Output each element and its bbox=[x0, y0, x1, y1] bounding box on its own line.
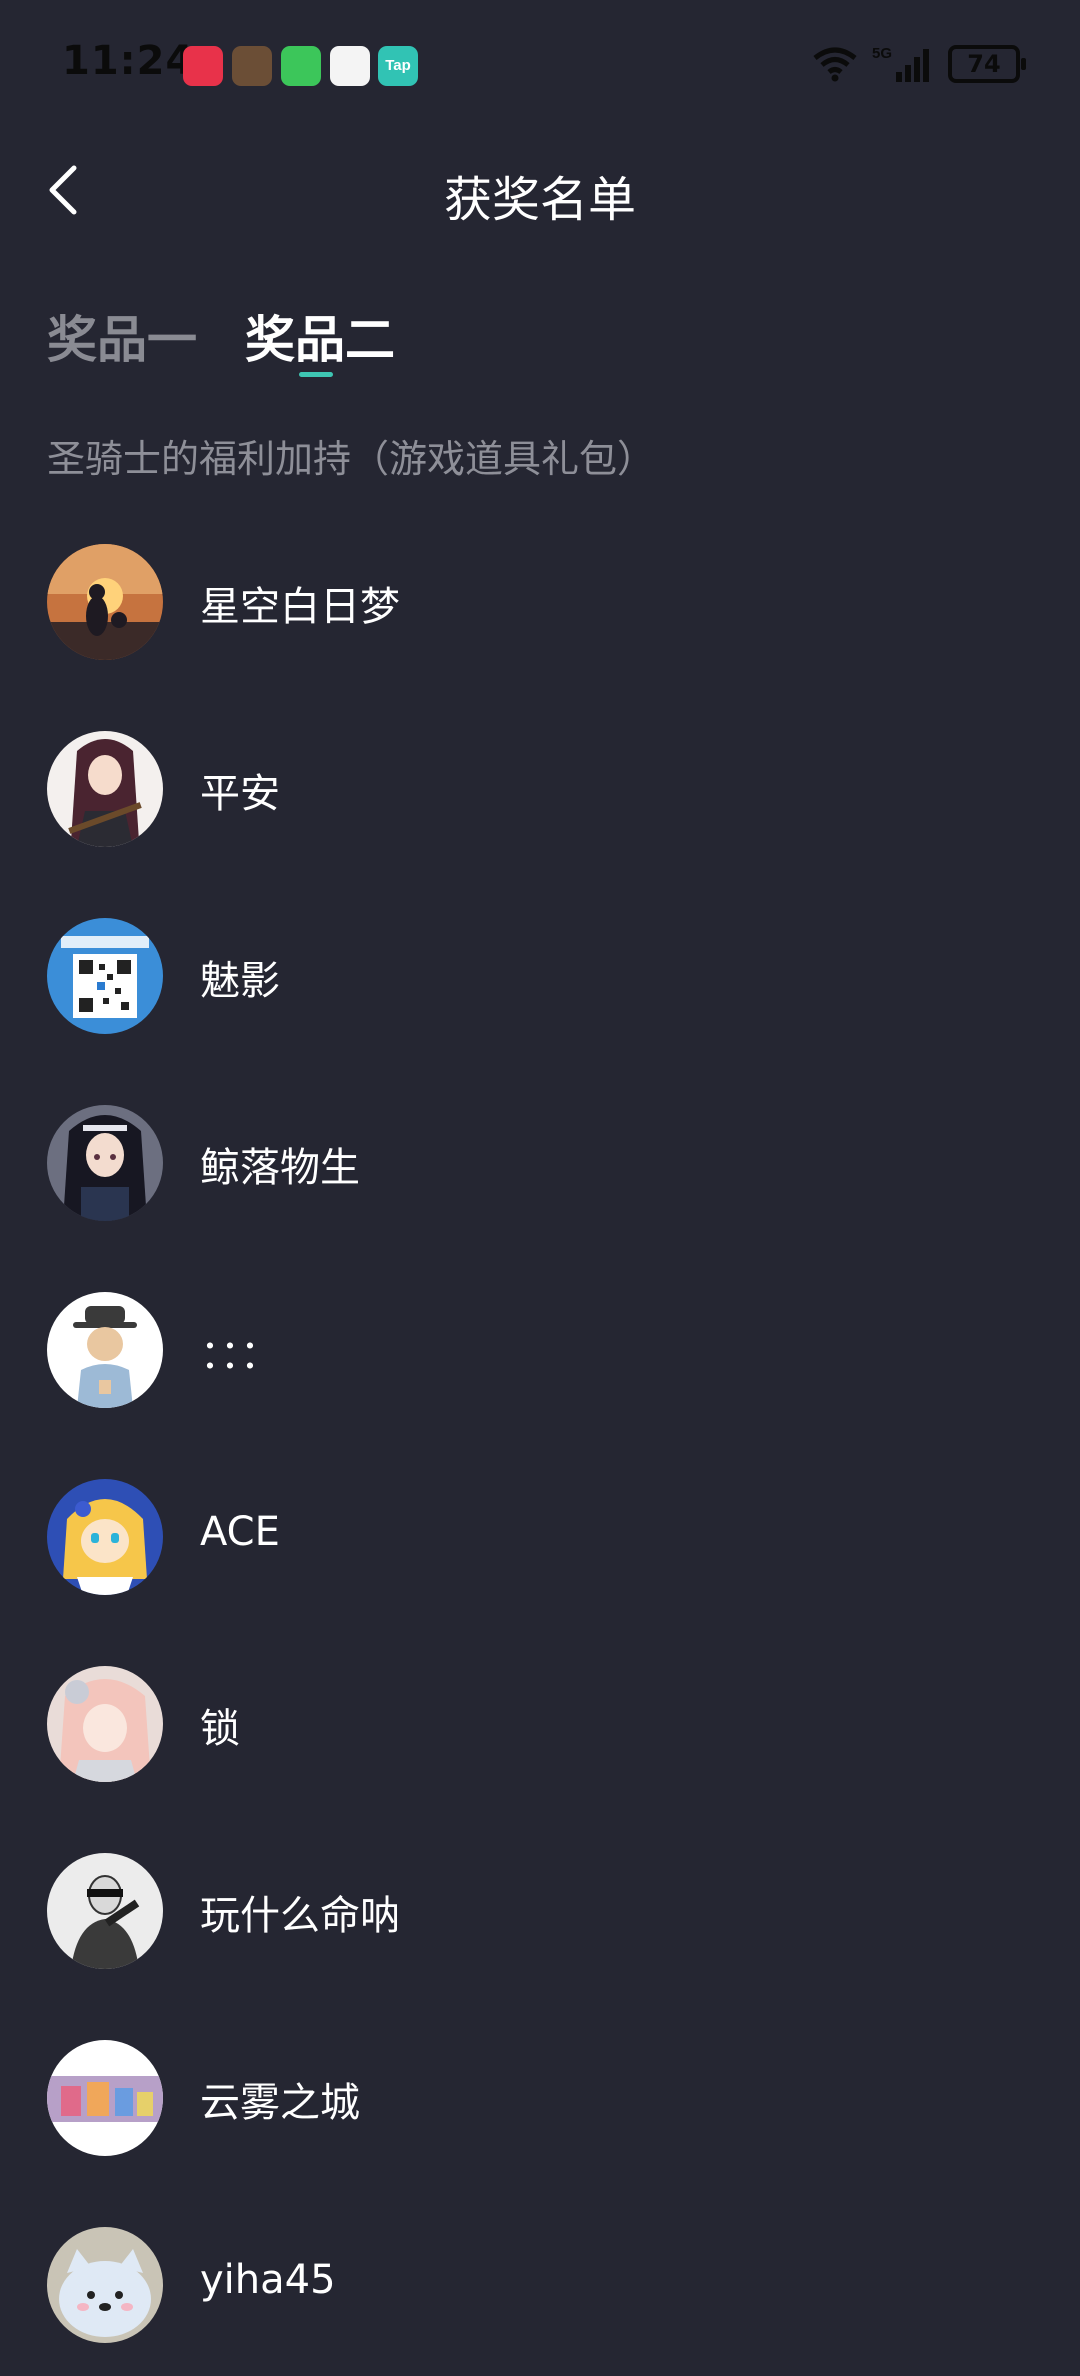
avatar bbox=[47, 731, 163, 847]
list-item[interactable]: 魅影 bbox=[0, 914, 1080, 1054]
system-icons: 5G 74 bbox=[812, 44, 1026, 84]
list-item[interactable]: 平安 bbox=[0, 727, 1080, 867]
winner-name: 鲸落物生 bbox=[200, 1145, 360, 1191]
active-tab-indicator bbox=[299, 372, 333, 377]
browser-app-icon bbox=[330, 46, 370, 86]
header: 获奖名单 bbox=[0, 150, 1080, 230]
list-item[interactable]: 云雾之城 bbox=[0, 2036, 1080, 2176]
avatar bbox=[47, 1292, 163, 1408]
taptap-app-icon: Tap bbox=[378, 46, 418, 86]
avatar bbox=[47, 2040, 163, 2156]
avatar bbox=[47, 1105, 163, 1221]
avatar bbox=[47, 544, 163, 660]
kuaishou-app-icon bbox=[183, 46, 223, 86]
winner-name: 云雾之城 bbox=[200, 2080, 360, 2126]
avatar bbox=[47, 1853, 163, 1969]
winner-name: ：：： bbox=[200, 1332, 280, 1378]
prize-description: 圣骑士的福利加持（游戏道具礼包） bbox=[47, 437, 656, 481]
avatar bbox=[47, 918, 163, 1034]
list-item[interactable]: ACE bbox=[0, 1475, 1080, 1615]
game-app-icon bbox=[232, 46, 272, 86]
winner-name: 平安 bbox=[200, 771, 280, 817]
avatar bbox=[47, 1666, 163, 1782]
status-time: 11:24 bbox=[62, 38, 195, 84]
page-title: 获奖名单 bbox=[443, 172, 636, 228]
list-item[interactable]: 锁 bbox=[0, 1662, 1080, 1802]
winner-name: yiha45 bbox=[200, 2257, 336, 2303]
list-item[interactable]: yiha45 bbox=[0, 2223, 1080, 2363]
svg-text:5G: 5G bbox=[872, 45, 892, 62]
tab-prize-1[interactable]: 奖品一 bbox=[47, 300, 197, 372]
list-item[interactable]: 玩什么命呐 bbox=[0, 1849, 1080, 1989]
avatar bbox=[47, 2227, 163, 2343]
status-bar: 11:24 Tap 5G 74 bbox=[0, 0, 1080, 130]
winner-name: 玩什么命呐 bbox=[200, 1893, 400, 1939]
winner-name: 星空白日梦 bbox=[200, 584, 400, 630]
wifi-icon bbox=[813, 47, 857, 82]
cellular-5g-icon: 5G bbox=[872, 45, 929, 82]
list-item[interactable]: 鲸落物生 bbox=[0, 1101, 1080, 1241]
winner-name: 魅影 bbox=[200, 958, 280, 1004]
avatar bbox=[47, 1479, 163, 1595]
winner-name: 锁 bbox=[200, 1706, 240, 1752]
tab-prize-2[interactable]: 奖品二 bbox=[245, 300, 395, 372]
list-item[interactable]: 星空白日梦 bbox=[0, 540, 1080, 680]
battery-indicator: 74 bbox=[948, 45, 1026, 83]
list-item[interactable]: ：：： bbox=[0, 1288, 1080, 1428]
winner-name: ACE bbox=[200, 1509, 280, 1555]
wechat-icon bbox=[281, 46, 321, 86]
